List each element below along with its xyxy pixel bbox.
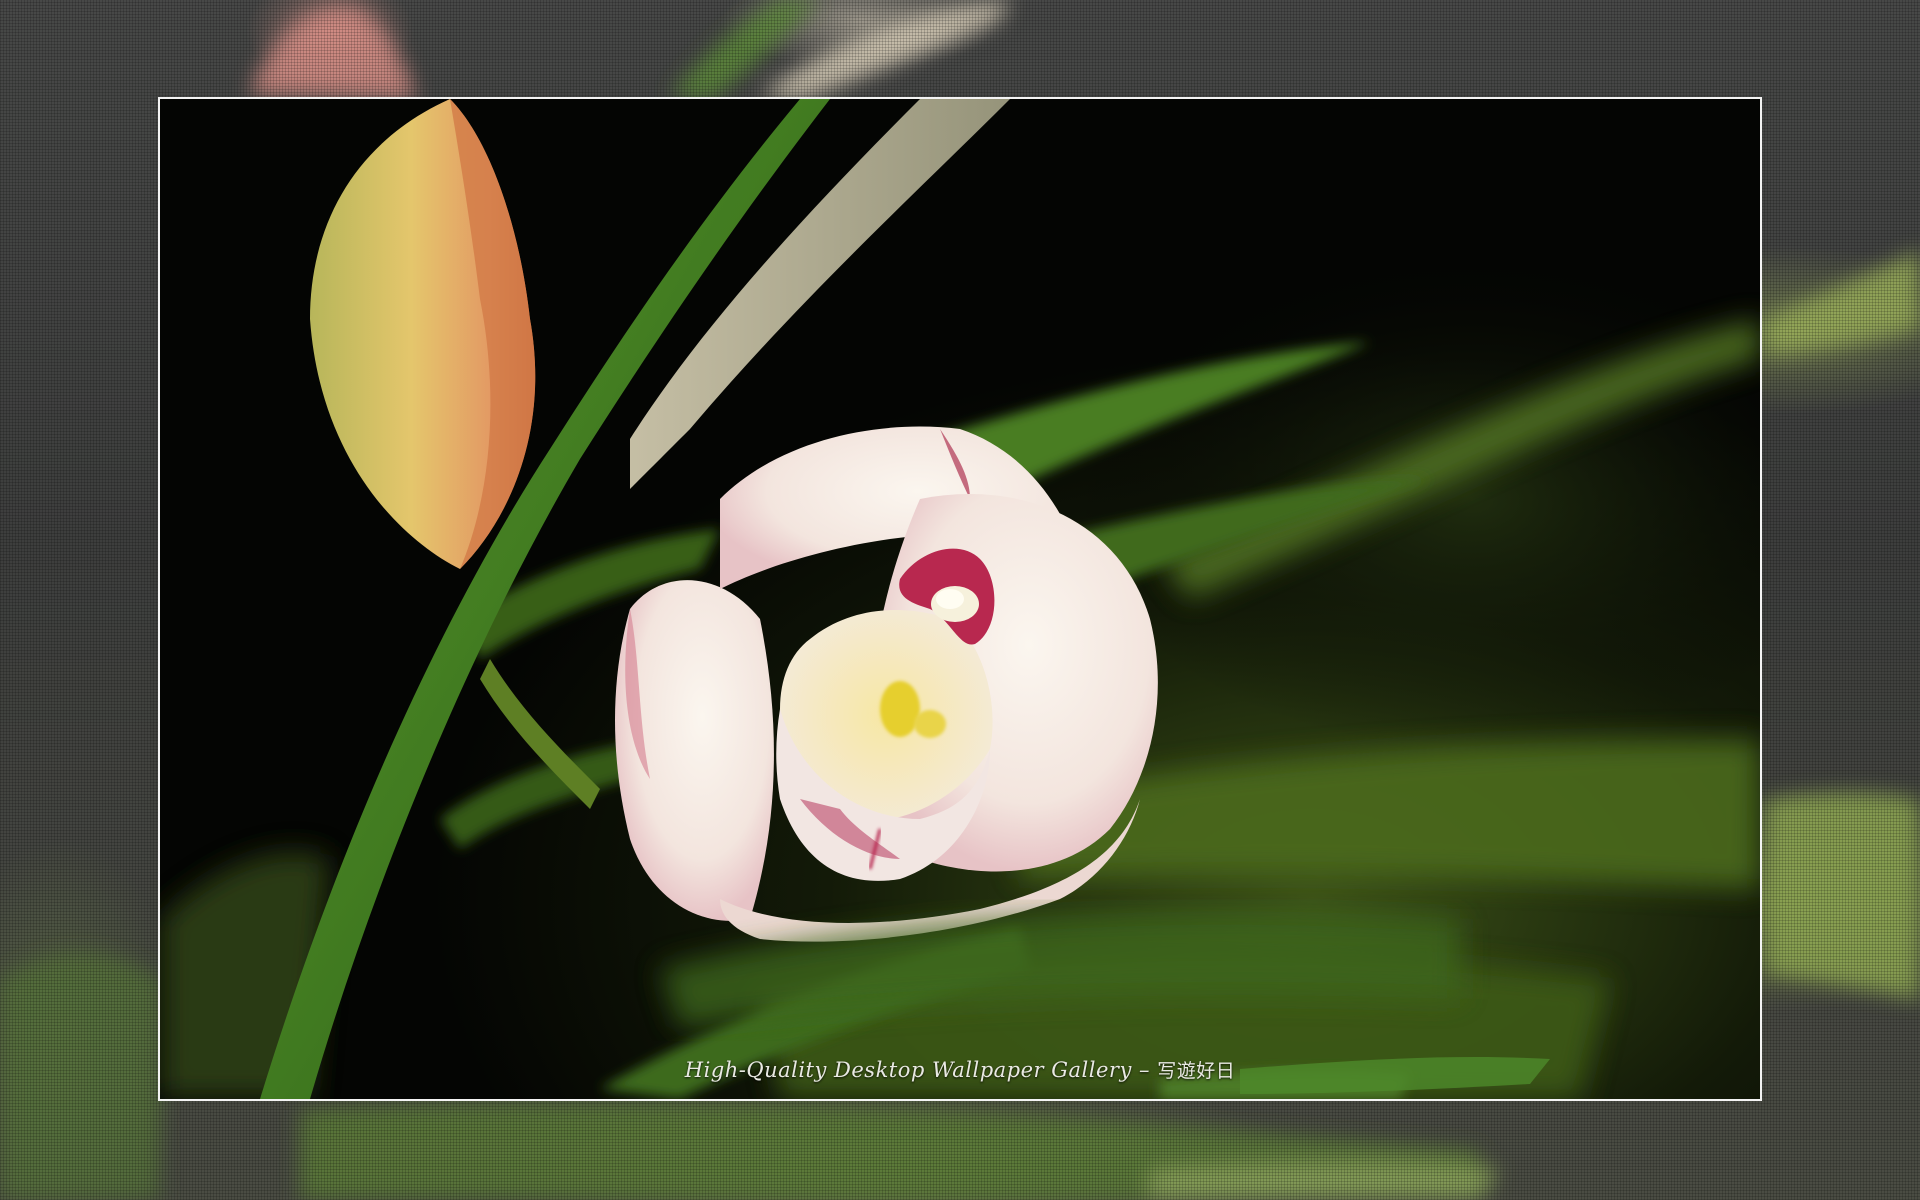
orchid-photo [160,99,1760,1099]
caption-separator: – [1139,1058,1151,1082]
photo-frame: High-Quality Desktop Wallpaper Gallery –… [158,97,1762,1101]
gallery-caption: High-Quality Desktop Wallpaper Gallery –… [160,1056,1760,1083]
caption-site-name: 写遊好日 [1157,1060,1236,1082]
caption-title: High-Quality Desktop Wallpaper Gallery [684,1058,1132,1082]
desktop-wallpaper: High-Quality Desktop Wallpaper Gallery –… [0,0,1920,1200]
